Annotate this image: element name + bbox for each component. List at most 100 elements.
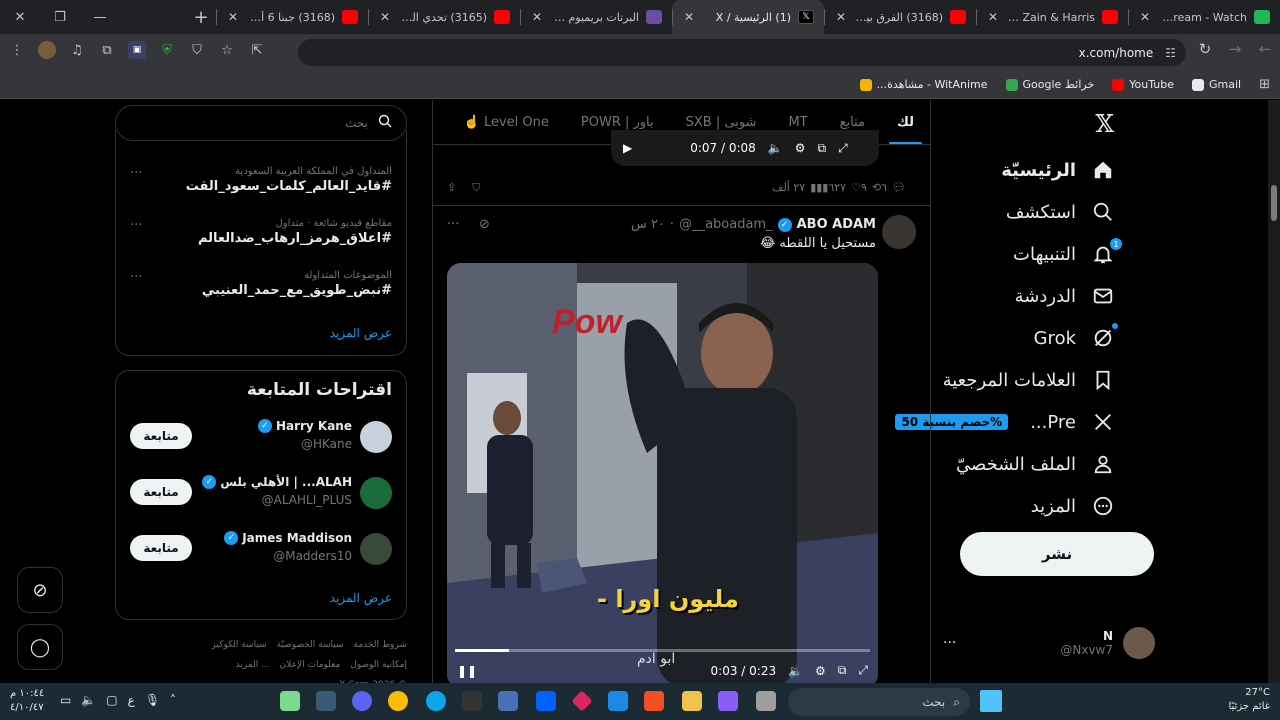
messages-float-button[interactable]: ◯ [17,624,63,670]
fullscreen-icon[interactable]: ⤢ [838,141,848,156]
chrome-icon[interactable] [388,691,408,711]
steam-icon[interactable] [316,691,336,711]
profile-avatar-icon[interactable] [38,41,56,59]
nav-item[interactable]: العلامات المرجعية [943,362,1170,398]
footer-link[interactable]: سياسة الخصوصيّة [277,635,344,655]
browser-tab[interactable]: Maher Zain & Harris ✕ [976,0,1128,34]
views-action[interactable]: ▮▮▮ ٢٧ ألف [772,181,828,194]
post[interactable]: ABO ADAM ✓ @__aboadam_ · ٢٠ س مستحيل يا … [433,207,930,683]
reload-icon[interactable]: ↻ [1190,40,1220,58]
follow-show-more[interactable]: عرض المزيد [330,591,392,605]
extensions-icon[interactable]: ⧉ [98,41,116,59]
monitor-icon[interactable]: ▢ [106,693,117,707]
url-text[interactable]: x.com/home [1079,46,1154,60]
minimize-window-icon[interactable]: — [80,10,120,25]
footer-link[interactable]: معلومات الإعلان [280,655,341,675]
author-handle[interactable]: @__aboadam_ [679,217,773,232]
media-control-icon[interactable]: ♫ [68,41,86,59]
adblock-icon[interactable]: ⛉ [188,41,206,59]
footer-link[interactable]: ... المزيد [236,655,270,675]
close-icon[interactable]: ✕ [1138,10,1152,24]
more-icon[interactable]: ··· [447,217,459,232]
chevron-up-icon[interactable]: ˄ [170,693,176,707]
avatar[interactable] [360,533,392,565]
nav-item[interactable]: استكشف [1006,194,1170,230]
app-icon[interactable] [498,691,518,711]
pause-icon[interactable]: ❚❚ [457,664,477,678]
app-icon[interactable] [756,691,776,711]
bookmark-item[interactable]: YouTube [1112,78,1174,91]
bookmark-star-icon[interactable]: ☆ [218,41,236,59]
nav-item[interactable]: الرئيسيّة [1001,152,1170,188]
windows-start-icon[interactable] [980,690,1002,712]
browser-tab[interactable]: (3168) الفرق بين الملـ ✕ [824,0,976,34]
site-info-icon[interactable]: ☷ [1165,46,1176,60]
footer-link[interactable]: © 2026 X Corp. [336,675,407,683]
new-tab-icon[interactable]: + [186,7,216,28]
page-scrollbar[interactable] [1268,100,1280,683]
reply-action[interactable]: 💬︎ ٦ [881,181,906,194]
follow-suggestion[interactable]: ALAH... | الأهلي بلس ✓ @ALAHLI_PLUS متابعة [130,475,392,515]
microphone-icon[interactable]: 🎙 [145,693,160,707]
trends-show-more[interactable]: عرض المزيد [330,326,392,340]
volume-icon[interactable]: 🔈 [81,693,96,707]
bookmark-icon[interactable]: ⛉ [472,181,480,195]
close-icon[interactable]: ✕ [530,10,544,24]
follow-button[interactable]: متابعة [130,423,192,449]
trend-item[interactable]: مقاطع فيديو شائعة · متداول #اعلاق_هرمز_ار… [130,218,392,246]
settings-icon[interactable]: ⚙ [795,141,806,155]
browser-tab[interactable]: البرتات بريميوم - Alert ✕ [520,0,672,34]
close-icon[interactable]: ✕ [834,10,848,24]
edge-icon[interactable] [426,691,446,711]
pip-icon[interactable]: ⧉ [818,141,827,156]
address-bar[interactable]: x.com/home ☷ [298,39,1186,66]
pip-icon[interactable]: ⧉ [838,663,847,678]
dropbox-icon[interactable] [536,691,556,711]
taskbar-search[interactable]: بحث ⌕ [788,688,970,716]
grok-float-button[interactable]: ⊘ [17,567,63,613]
trend-item[interactable]: الموضوعات المتداولة #نبض_طويق_مع_حمد_العن… [130,270,392,298]
shield-icon[interactable]: ⛨ [158,41,176,59]
nav-item[interactable]: 1 التنبيهات [1013,236,1170,272]
fullscreen-icon[interactable]: ⤢ [858,663,868,678]
post-button[interactable]: نشر [960,532,1154,576]
follow-button[interactable]: متابعة [130,535,192,561]
video-player[interactable]: Pow - مليون اورا ابو ادم ❚❚ 0:03 / 0:23 … [447,263,878,683]
discord-icon[interactable] [352,691,372,711]
footer-link[interactable]: سياسة الكوكيز [212,635,267,655]
avatar[interactable] [360,477,392,509]
browser-tab[interactable]: (3168) جبنا 6 أشخاص ✕ [216,0,368,34]
more-icon[interactable]: ··· [935,635,956,651]
volume-icon[interactable]: 🔈 [788,664,803,678]
copilot-icon[interactable] [718,691,738,711]
avatar[interactable] [360,421,392,453]
file-explorer-icon[interactable] [682,691,702,711]
follow-suggestion[interactable]: Harry Kane ✓ @HKane متابعة [130,419,392,459]
repost-action[interactable]: ⟲ ٩ [861,181,881,194]
outlook-icon[interactable] [608,691,628,711]
volume-icon[interactable]: 🔈 [768,141,783,155]
share-icon[interactable]: ⇪ [447,181,456,194]
weather-widget[interactable]: 27°C غائم جزئيًا [1210,686,1270,714]
store-icon[interactable] [644,691,664,711]
footer-link[interactable]: شروط الخدمة [354,635,407,655]
input-language[interactable]: ع [128,693,135,707]
trend-item[interactable]: المتداول في المملكة العربية السعودية #قاي… [130,166,392,194]
nav-item[interactable]: الدردشة [1015,278,1170,314]
nav-item[interactable]: Grok [1034,320,1170,356]
extension-icon[interactable]: ▣ [128,41,146,59]
epic-games-icon[interactable] [462,691,482,711]
footer-link[interactable]: إمكانية الوصول [350,655,407,675]
battery-icon[interactable]: ▭ [60,693,71,707]
menu-icon[interactable]: ⋮ [8,41,26,59]
close-icon[interactable]: ✕ [226,10,240,24]
grok-icon[interactable]: ⊘ [479,217,490,232]
forward-icon[interactable]: → [1220,40,1250,58]
timeline-tab[interactable]: هُنا الأهـ [433,100,448,144]
app-icon[interactable] [571,690,593,712]
settings-icon[interactable]: ⚙ [815,664,826,678]
scrollbar-thumb[interactable] [1271,185,1277,221]
post-time[interactable]: ٢٠ س [631,217,665,232]
back-icon[interactable]: ← [1250,40,1280,58]
close-icon[interactable]: ✕ [378,10,392,24]
